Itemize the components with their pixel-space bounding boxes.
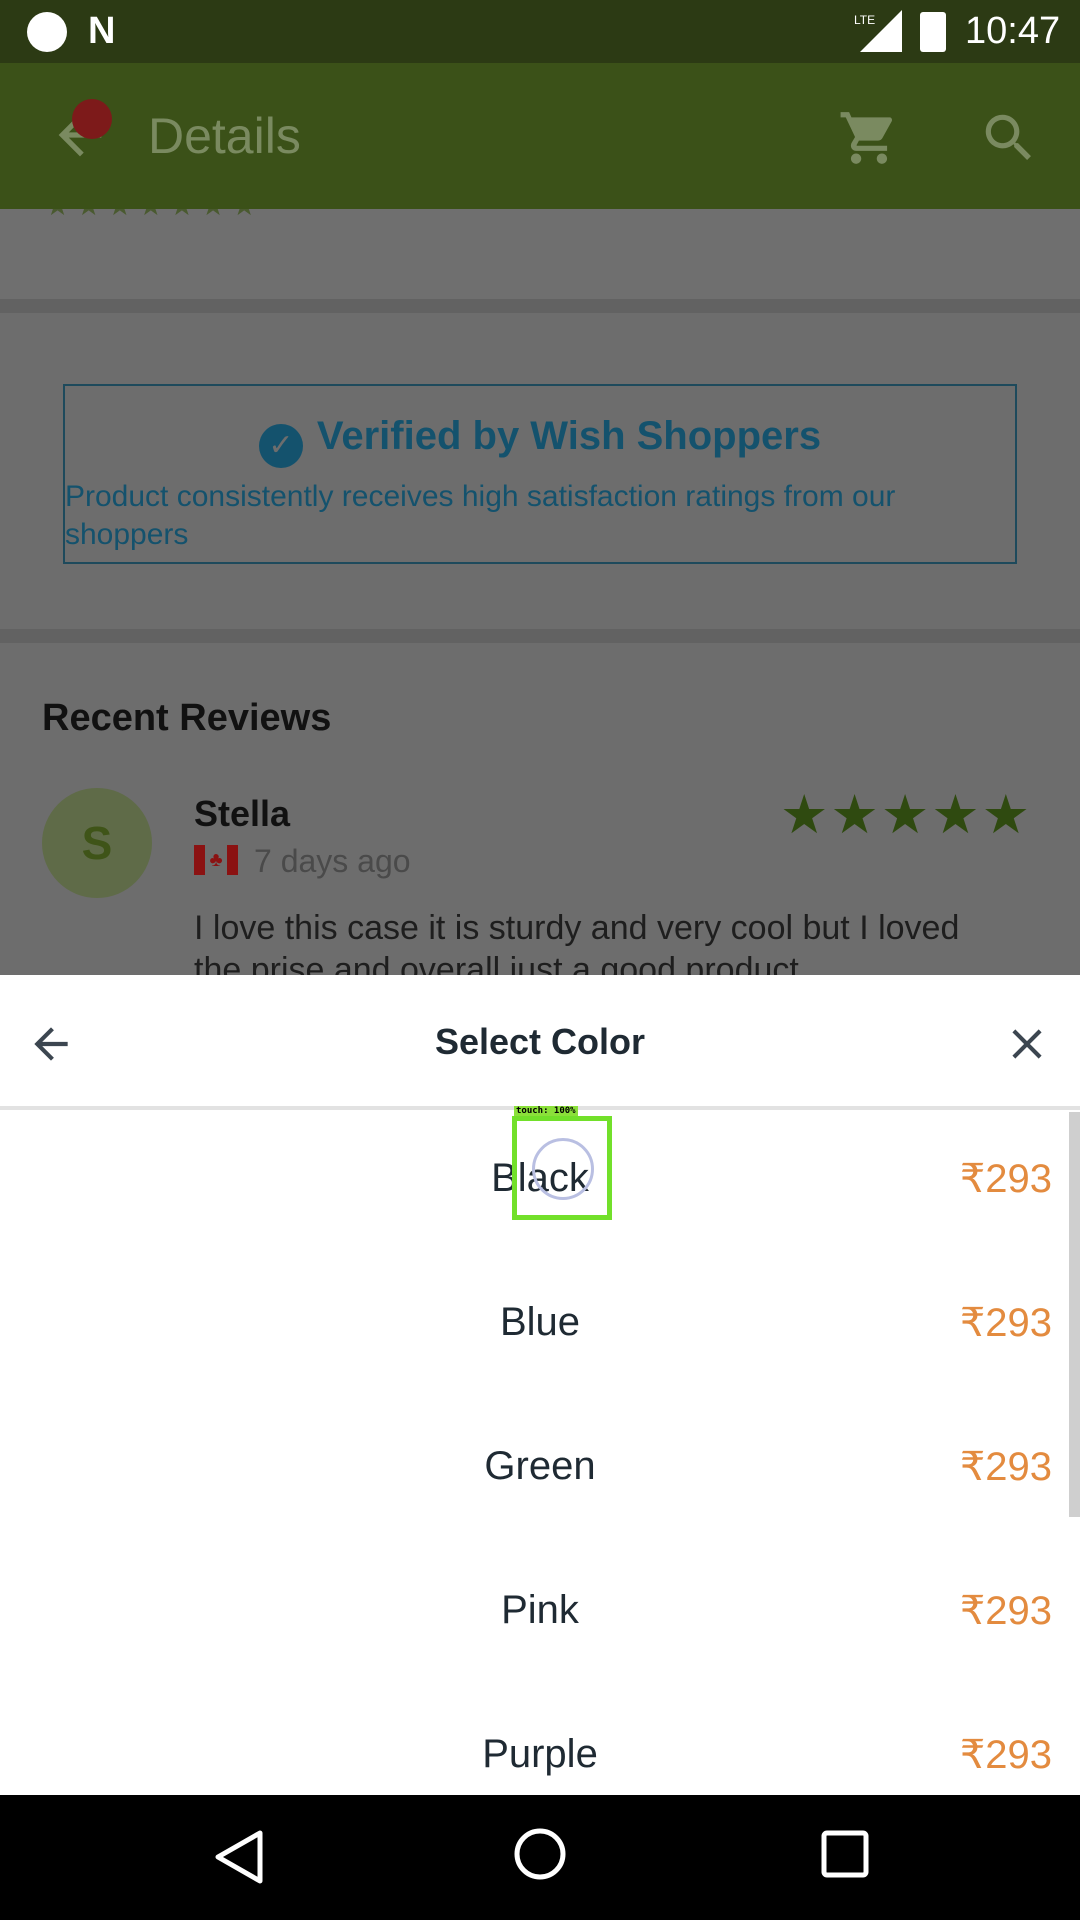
option-price: ₹293 — [959, 1157, 1052, 1201]
partial-rating-row: ★★★★★★★ — [45, 209, 263, 222]
navigation-bar — [0, 1795, 1080, 1920]
review-stars: ★★★★★ — [780, 785, 1033, 845]
battery-charging-icon — [920, 12, 946, 52]
option-price: ₹293 — [959, 1301, 1052, 1345]
touch-ring — [532, 1138, 594, 1200]
color-option-green[interactable]: Green ₹293 — [0, 1398, 1080, 1542]
cart-icon[interactable] — [838, 107, 900, 169]
details-page-background: ★★★★★★★ ✓ Verified by Wish Shoppers Produ… — [0, 209, 1080, 975]
network-label: LTE — [854, 13, 875, 27]
search-icon[interactable] — [978, 107, 1040, 169]
app-bar: Details — [0, 63, 1080, 209]
option-price: ₹293 — [959, 1445, 1052, 1489]
verified-description: Product consistently receives high satis… — [65, 480, 896, 551]
content-band — [0, 209, 1080, 299]
avatar: S — [42, 788, 152, 898]
canada-flag-icon: ♣ — [194, 845, 238, 875]
option-price: ₹293 — [959, 1589, 1052, 1633]
review-date: 7 days ago — [254, 843, 411, 879]
select-color-sheet: Select Color Black ₹293 Blue ₹293 Green … — [0, 975, 1080, 1795]
reviewer-name: Stella — [194, 793, 291, 834]
close-icon[interactable] — [1002, 1019, 1052, 1069]
lte-signal-icon: LTE — [854, 10, 902, 52]
verified-title: ✓ Verified by Wish Shoppers — [65, 414, 1015, 468]
section-divider — [0, 629, 1080, 643]
section-divider — [0, 299, 1080, 313]
option-name: Green — [484, 1444, 596, 1488]
notification-badge — [72, 99, 112, 139]
reviews-heading: Recent Reviews — [42, 697, 332, 739]
option-name: Purple — [482, 1732, 598, 1776]
notification-dot-icon — [27, 12, 67, 52]
verified-check-icon: ✓ — [258, 424, 303, 468]
page-title: Details — [148, 108, 301, 164]
nav-recents-icon[interactable] — [820, 1829, 870, 1879]
sheet-header: Select Color — [0, 975, 1080, 1106]
color-option-blue[interactable]: Blue ₹293 — [0, 1254, 1080, 1398]
review-text: I love this case it is sturdy and very c… — [194, 909, 960, 975]
color-option-purple[interactable]: Purple ₹293 — [0, 1686, 1080, 1795]
touch-indicator-label: touch: 100% — [514, 1106, 578, 1116]
status-time: 10:47 — [965, 10, 1061, 52]
sheet-title: Select Color — [434, 1021, 646, 1062]
option-name: Blue — [499, 1300, 581, 1344]
n-notification-icon: N — [88, 10, 116, 52]
verified-title-text: Verified by Wish Shoppers — [316, 414, 822, 458]
status-bar: N LTE 10:47 — [0, 0, 1080, 63]
verified-banner: ✓ Verified by Wish Shoppers Product consi… — [63, 384, 1017, 564]
nav-home-icon[interactable] — [513, 1827, 567, 1881]
scrollbar[interactable] — [1069, 1112, 1080, 1517]
color-option-pink[interactable]: Pink ₹293 — [0, 1542, 1080, 1686]
option-name: Pink — [501, 1588, 579, 1632]
option-price: ₹293 — [959, 1733, 1052, 1777]
nav-back-icon[interactable] — [210, 1827, 270, 1887]
